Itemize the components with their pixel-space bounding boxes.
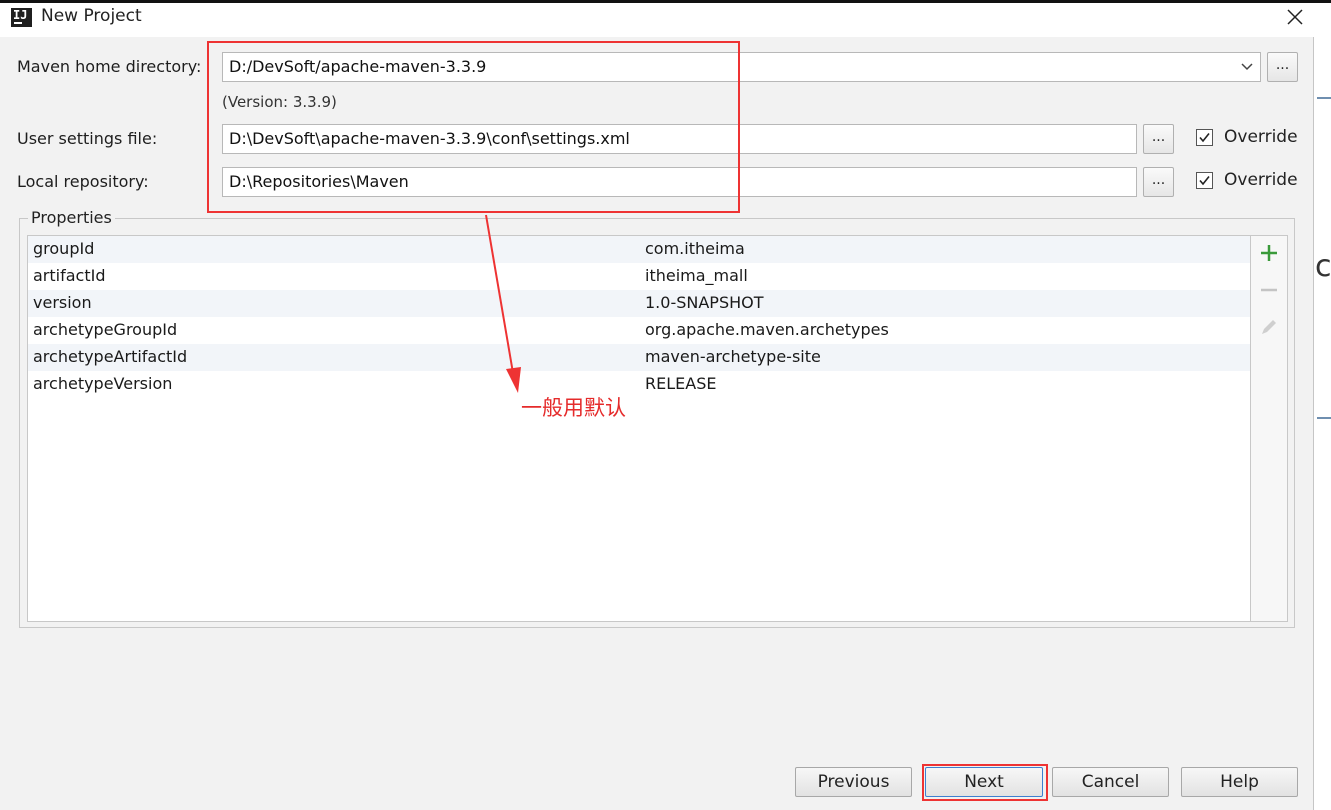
local-repository-label: Local repository: bbox=[17, 172, 149, 191]
maven-home-label: Maven home directory: bbox=[17, 57, 202, 76]
properties-toolbar bbox=[1251, 235, 1288, 622]
property-value: maven-archetype-site bbox=[645, 347, 821, 366]
background-window-edge: ce bbox=[1313, 37, 1331, 810]
property-key: archetypeVersion bbox=[33, 374, 173, 393]
property-value: itheima_mall bbox=[645, 266, 748, 285]
remove-property-button[interactable] bbox=[1258, 279, 1280, 301]
properties-title: Properties bbox=[28, 208, 115, 227]
edit-property-button[interactable] bbox=[1258, 316, 1280, 338]
pencil-icon bbox=[1262, 320, 1276, 334]
table-row[interactable]: groupId com.itheima bbox=[28, 236, 1250, 263]
property-key: archetypeGroupId bbox=[33, 320, 178, 339]
user-settings-override-label: Override bbox=[1224, 127, 1298, 147]
cancel-button[interactable]: Cancel bbox=[1052, 767, 1169, 797]
property-value: org.apache.maven.archetypes bbox=[645, 320, 889, 339]
table-row[interactable]: version 1.0-SNAPSHOT bbox=[28, 290, 1250, 317]
property-value: com.itheima bbox=[645, 239, 745, 258]
property-key: groupId bbox=[33, 239, 95, 258]
local-repository-browse-button[interactable]: ... bbox=[1143, 167, 1174, 197]
checkmark-icon bbox=[1199, 176, 1210, 186]
annotation-text: 一般用默认 bbox=[521, 396, 626, 420]
annotation-box-maven-settings bbox=[207, 41, 740, 213]
previous-button[interactable]: Previous bbox=[795, 767, 912, 797]
user-settings-label: User settings file: bbox=[17, 129, 158, 148]
annotation-box-next bbox=[922, 764, 1048, 801]
user-settings-browse-button[interactable]: ... bbox=[1143, 124, 1174, 154]
property-value: 1.0-SNAPSHOT bbox=[645, 293, 764, 312]
table-row[interactable]: artifactId itheima_mall bbox=[28, 263, 1250, 290]
minus-icon bbox=[1261, 288, 1277, 292]
property-value: RELEASE bbox=[645, 374, 717, 393]
property-key: version bbox=[33, 293, 92, 312]
property-key: archetypeArtifactId bbox=[33, 347, 188, 366]
properties-table: groupId com.itheima artifactId itheima_m… bbox=[27, 235, 1251, 622]
close-icon bbox=[1287, 9, 1303, 25]
intellij-app-icon: IJ bbox=[11, 8, 32, 27]
plus-icon bbox=[1261, 245, 1277, 261]
table-row[interactable]: archetypeVersion RELEASE bbox=[28, 371, 1250, 398]
title-bar: IJ New Project bbox=[0, 3, 1331, 37]
property-key: artifactId bbox=[33, 266, 106, 285]
table-row[interactable]: archetypeArtifactId maven-archetype-site bbox=[28, 344, 1250, 371]
window-title: New Project bbox=[41, 6, 142, 26]
chevron-down-icon[interactable] bbox=[1240, 55, 1254, 81]
background-text-fragment: ce bbox=[1315, 249, 1331, 284]
checkmark-icon bbox=[1199, 133, 1210, 143]
local-repository-override-label: Override bbox=[1224, 170, 1298, 190]
annotation-arrow bbox=[485, 214, 521, 393]
close-button[interactable] bbox=[1280, 3, 1310, 33]
user-settings-override-checkbox[interactable] bbox=[1196, 129, 1213, 146]
local-repository-override-checkbox[interactable] bbox=[1196, 172, 1213, 189]
add-property-button[interactable] bbox=[1258, 242, 1280, 264]
table-row[interactable]: archetypeGroupId org.apache.maven.archet… bbox=[28, 317, 1250, 344]
help-button[interactable]: Help bbox=[1181, 767, 1298, 797]
maven-home-browse-button[interactable]: ... bbox=[1267, 52, 1298, 82]
